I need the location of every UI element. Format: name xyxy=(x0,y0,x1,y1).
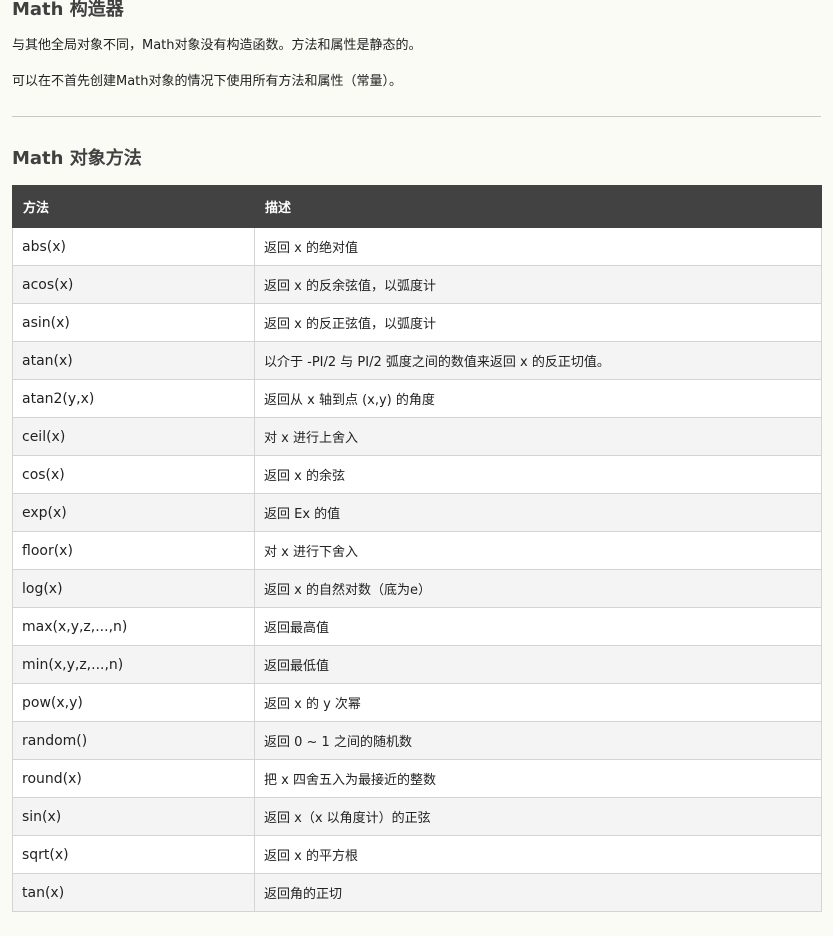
table-row: acos(x) 返回 x 的反余弦值，以弧度计 xyxy=(12,265,822,304)
constructor-paragraph-2: 可以在不首先创建Math对象的情况下使用所有方法和属性（常量）。 xyxy=(12,74,403,89)
method-cell: sqrt(x) xyxy=(12,835,255,874)
table-row: ceil(x) 对 x 进行上舍入 xyxy=(12,417,822,456)
table-row: round(x) 把 x 四舍五入为最接近的整数 xyxy=(12,759,822,798)
section-divider xyxy=(12,116,821,117)
table-row: max(x,y,z,...,n) 返回最高值 xyxy=(12,607,822,646)
description-cell: 以介于 -PI/2 与 PI/2 弧度之间的数值来返回 x 的反正切值。 xyxy=(254,341,822,380)
constructor-heading: Math 构造器 xyxy=(12,0,124,20)
method-cell: abs(x) xyxy=(12,227,255,266)
table-row: tan(x) 返回角的正切 xyxy=(12,873,822,912)
description-cell: 返回 x 的余弦 xyxy=(254,455,822,494)
table-row: sin(x) 返回 x（x 以角度计）的正弦 xyxy=(12,797,822,836)
method-cell: exp(x) xyxy=(12,493,255,532)
table-row: sqrt(x) 返回 x 的平方根 xyxy=(12,835,822,874)
header-description: 描述 xyxy=(254,185,822,228)
table-row: random() 返回 0 ~ 1 之间的随机数 xyxy=(12,721,822,760)
table-row: atan2(y,x) 返回从 x 轴到点 (x,y) 的角度 xyxy=(12,379,822,418)
table-row: min(x,y,z,...,n) 返回最低值 xyxy=(12,645,822,684)
method-cell: tan(x) xyxy=(12,873,255,912)
table-row: cos(x) 返回 x 的余弦 xyxy=(12,455,822,494)
method-cell: cos(x) xyxy=(12,455,255,494)
description-cell: 把 x 四舍五入为最接近的整数 xyxy=(254,759,822,798)
description-cell: 对 x 进行下舍入 xyxy=(254,531,822,570)
method-cell: asin(x) xyxy=(12,303,255,342)
methods-heading: Math 对象方法 xyxy=(12,148,142,169)
table-row: pow(x,y) 返回 x 的 y 次幂 xyxy=(12,683,822,722)
method-cell: ceil(x) xyxy=(12,417,255,456)
description-cell: 返回 Ex 的值 xyxy=(254,493,822,532)
description-cell: 返回 x（x 以角度计）的正弦 xyxy=(254,797,822,836)
description-cell: 返回角的正切 xyxy=(254,873,822,912)
table-row: atan(x) 以介于 -PI/2 与 PI/2 弧度之间的数值来返回 x 的反… xyxy=(12,341,822,380)
description-cell: 对 x 进行上舍入 xyxy=(254,417,822,456)
table-row: exp(x) 返回 Ex 的值 xyxy=(12,493,822,532)
header-method: 方法 xyxy=(12,185,255,228)
description-cell: 返回 x 的绝对值 xyxy=(254,227,822,266)
methods-table: 方法 描述 abs(x) 返回 x 的绝对值 acos(x) 返回 x 的反余弦… xyxy=(12,185,822,912)
table-row: floor(x) 对 x 进行下舍入 xyxy=(12,531,822,570)
method-cell: round(x) xyxy=(12,759,255,798)
description-cell: 返回最低值 xyxy=(254,645,822,684)
description-cell: 返回从 x 轴到点 (x,y) 的角度 xyxy=(254,379,822,418)
table-header-row: 方法 描述 xyxy=(12,185,822,228)
method-cell: acos(x) xyxy=(12,265,255,304)
method-cell: log(x) xyxy=(12,569,255,608)
table-row: log(x) 返回 x 的自然对数（底为e） xyxy=(12,569,822,608)
description-cell: 返回 x 的反正弦值，以弧度计 xyxy=(254,303,822,342)
description-cell: 返回 x 的 y 次幂 xyxy=(254,683,822,722)
method-cell: random() xyxy=(12,721,255,760)
table-body: abs(x) 返回 x 的绝对值 acos(x) 返回 x 的反余弦值，以弧度计… xyxy=(12,227,822,912)
method-cell: pow(x,y) xyxy=(12,683,255,722)
table-row: asin(x) 返回 x 的反正弦值，以弧度计 xyxy=(12,303,822,342)
method-cell: max(x,y,z,...,n) xyxy=(12,607,255,646)
method-cell: atan(x) xyxy=(12,341,255,380)
page: Math 构造器 与其他全局对象不同，Math对象没有构造函数。方法和属性是静态… xyxy=(0,0,833,936)
description-cell: 返回 0 ~ 1 之间的随机数 xyxy=(254,721,822,760)
description-cell: 返回 x 的自然对数（底为e） xyxy=(254,569,822,608)
method-cell: sin(x) xyxy=(12,797,255,836)
method-cell: atan2(y,x) xyxy=(12,379,255,418)
method-cell: floor(x) xyxy=(12,531,255,570)
description-cell: 返回最高值 xyxy=(254,607,822,646)
description-cell: 返回 x 的反余弦值，以弧度计 xyxy=(254,265,822,304)
method-cell: min(x,y,z,...,n) xyxy=(12,645,255,684)
constructor-section: Math 构造器 与其他全局对象不同，Math对象没有构造函数。方法和属性是静态… xyxy=(12,0,821,91)
constructor-paragraph-1: 与其他全局对象不同，Math对象没有构造函数。方法和属性是静态的。 xyxy=(12,38,422,53)
table-row: abs(x) 返回 x 的绝对值 xyxy=(12,227,822,266)
methods-section: Math 对象方法 方法 描述 abs(x) 返回 x 的绝对值 acos(x)… xyxy=(12,148,822,912)
description-cell: 返回 x 的平方根 xyxy=(254,835,822,874)
